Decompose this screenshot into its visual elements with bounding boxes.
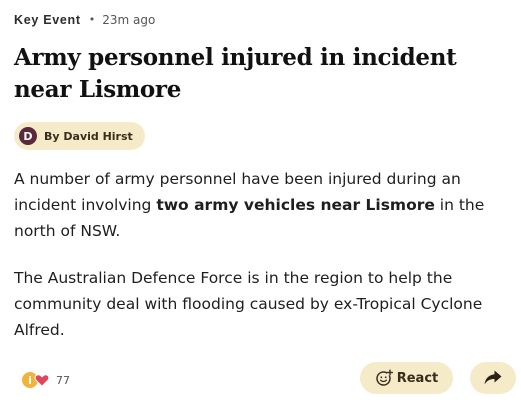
author-avatar: D [19, 127, 37, 145]
share-button[interactable] [470, 362, 516, 394]
paragraph-1-bold: two army vehicles near Lismore [156, 196, 435, 214]
post-meta: Key Event • 23m ago [14, 12, 156, 28]
reaction-emojis: i [22, 372, 50, 388]
reaction-count: 77 [56, 373, 70, 387]
react-button[interactable]: React [360, 362, 453, 394]
author-name: By David Hirst [44, 129, 133, 143]
heart-emoji-icon [34, 374, 50, 387]
share-arrow-icon [484, 370, 502, 385]
post-headline: Army personnel injured in incident near … [14, 44, 457, 103]
smiley-plus-icon [375, 369, 393, 386]
reaction-summary[interactable]: i 77 [22, 372, 70, 388]
author-byline[interactable]: D By David Hirst [14, 122, 145, 150]
body-paragraph-1: A number of army personnel have been inj… [14, 166, 514, 244]
key-event-label: Key Event [14, 13, 81, 27]
meta-separator: • [88, 12, 96, 26]
body-paragraph-2: The Australian Defence Force is in the r… [14, 269, 483, 339]
timestamp: 23m ago [102, 13, 156, 27]
react-button-label: React [396, 370, 439, 386]
